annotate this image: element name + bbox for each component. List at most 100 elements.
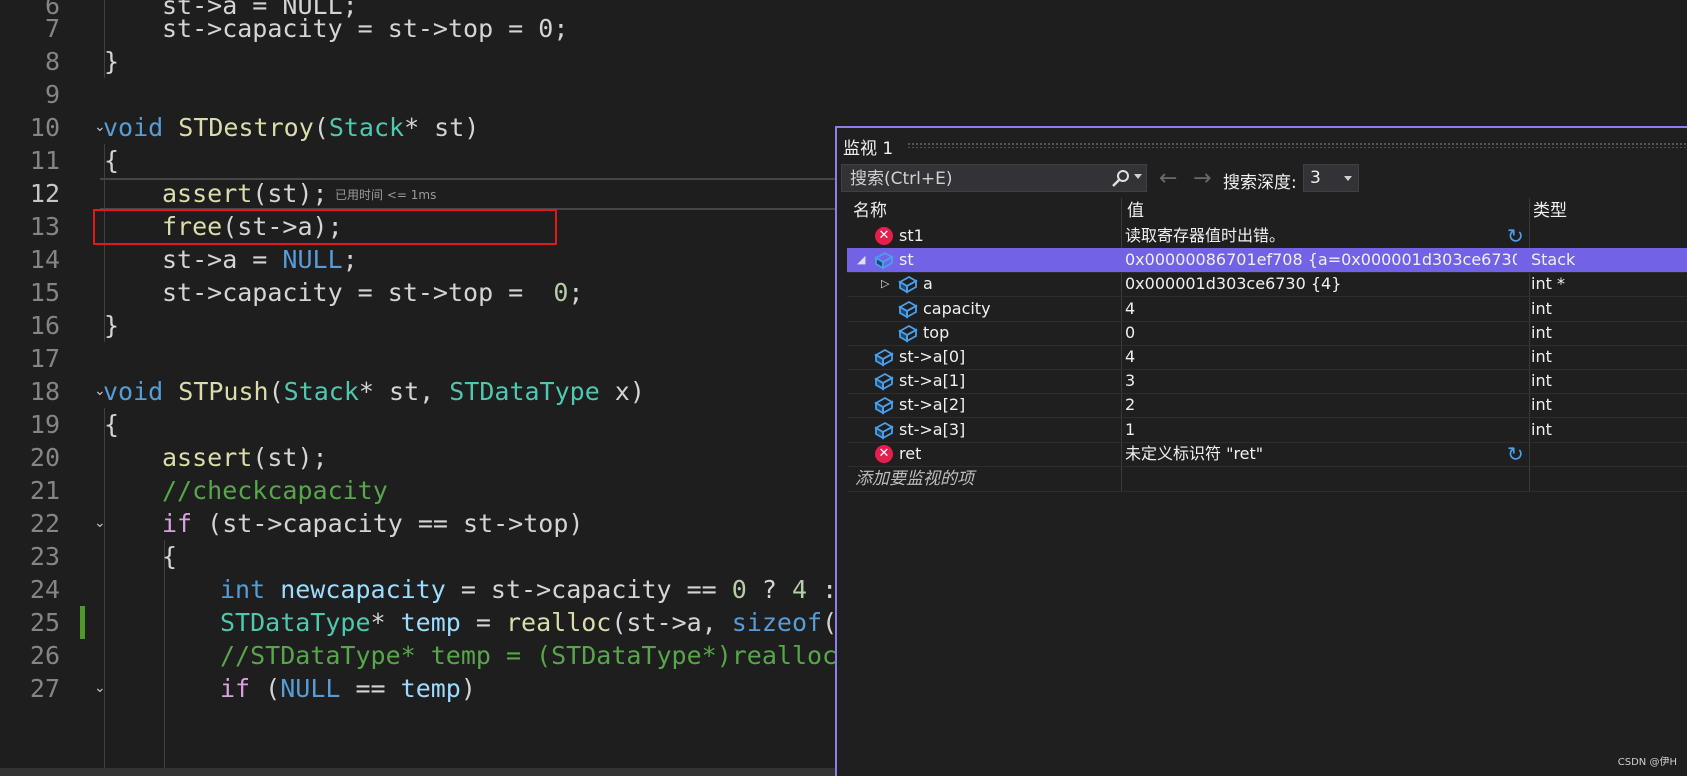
code-line: void STDestroy(Stack* st) bbox=[103, 113, 480, 142]
watch-row[interactable]: top 0 int bbox=[847, 321, 1687, 346]
code-text: (st->capacity == st->top) bbox=[192, 509, 584, 538]
code-keyword: NULL bbox=[280, 674, 341, 703]
line-number: 17 bbox=[29, 344, 60, 373]
add-watch-label[interactable]: 添加要监视的项 bbox=[855, 467, 974, 491]
code-comment: //STDataType* temp = (STDataType*)reallo… bbox=[220, 641, 853, 670]
code-line: st->capacity = st->top = 0; bbox=[162, 14, 569, 43]
chevron-down-icon[interactable] bbox=[1134, 174, 1142, 179]
column-header-value[interactable]: 值 bbox=[1127, 198, 1144, 224]
code-line: } bbox=[104, 47, 120, 76]
watch-search-box[interactable] bbox=[841, 164, 1147, 192]
watch-name-cell[interactable]: st->a[0] bbox=[899, 345, 965, 369]
watch-name-cell[interactable]: st->a[3] bbox=[899, 418, 965, 442]
search-depth-select[interactable]: 3 bbox=[1303, 164, 1359, 192]
variable-icon bbox=[898, 324, 918, 343]
watch-name-cell[interactable]: st->a[1] bbox=[899, 369, 965, 393]
watch-value-cell[interactable]: 4 bbox=[1125, 297, 1517, 321]
drag-grip[interactable] bbox=[907, 142, 1687, 148]
code-text: ? bbox=[746, 575, 792, 604]
watch-type-cell: int bbox=[1531, 395, 1552, 415]
code-keyword: void bbox=[103, 377, 164, 406]
code-line: st->a = NULL; bbox=[162, 243, 358, 276]
watch-row[interactable]: st->a[2] 2 int bbox=[847, 393, 1687, 419]
line-number: 23 bbox=[29, 542, 60, 571]
refresh-icon[interactable]: ↻ bbox=[1507, 443, 1524, 465]
watch-window[interactable]: 监视 1 ← → 搜索深度: 3 名称 值 类型 ✕st1读取寄存器值时出错。↻… bbox=[835, 126, 1687, 776]
column-header-name[interactable]: 名称 bbox=[853, 198, 887, 224]
code-text: x) bbox=[599, 377, 645, 406]
code-text: = bbox=[460, 608, 506, 637]
annotation-red-box bbox=[93, 209, 557, 245]
watch-name-cell[interactable]: st bbox=[899, 248, 914, 272]
variable-icon bbox=[874, 397, 894, 415]
code-comment: //checkcapacity bbox=[162, 476, 388, 505]
watch-name-cell[interactable]: st->a[2] bbox=[899, 393, 965, 417]
watch-name-cell[interactable]: top bbox=[923, 321, 949, 345]
code-type: Stack bbox=[283, 377, 359, 406]
variable-icon bbox=[874, 252, 894, 270]
fold-chevron-icon[interactable]: ⌄ bbox=[94, 672, 106, 705]
watch-value-cell[interactable]: 0x000001d303ce6730 {4} bbox=[1125, 272, 1517, 296]
watch-row[interactable]: ✕ ret 未定义标识符 "ret" ↻ bbox=[847, 442, 1687, 467]
code-number: 0 bbox=[731, 575, 747, 604]
code-keyword: if bbox=[220, 674, 251, 703]
watch-name-cell[interactable]: st1 bbox=[899, 224, 924, 248]
indent-guide bbox=[104, 408, 105, 768]
code-line: int newcapacity = st->capacity == 0 ? 4 … bbox=[220, 573, 837, 606]
watch-row[interactable]: ▷ a 0x000001d303ce6730 {4} int * bbox=[847, 272, 1687, 298]
watch-value-cell[interactable]: 3 bbox=[1125, 369, 1517, 393]
watch-value-cell[interactable]: 4 bbox=[1125, 345, 1517, 369]
code-text: (st); bbox=[252, 443, 328, 472]
line-number: 26 bbox=[29, 641, 60, 670]
watch-type-cell: int bbox=[1531, 298, 1552, 318]
code-keyword: void bbox=[103, 113, 164, 142]
watch-name-cell[interactable]: ret bbox=[899, 442, 921, 466]
horizontal-scrollbar[interactable] bbox=[0, 768, 900, 776]
code-function: STPush bbox=[178, 377, 269, 406]
watch-search-input[interactable] bbox=[848, 168, 1102, 190]
chevron-down-icon bbox=[1344, 176, 1352, 181]
watch-window-title[interactable]: 监视 1 bbox=[843, 134, 893, 159]
forward-arrow-icon[interactable]: → bbox=[1193, 166, 1211, 191]
code-text: (st); bbox=[252, 179, 328, 208]
watch-name-cell[interactable]: capacity bbox=[923, 297, 991, 321]
watch-value-cell[interactable]: 2 bbox=[1125, 393, 1517, 417]
watch-row[interactable]: capacity 4 int bbox=[847, 297, 1687, 322]
watch-value-cell[interactable]: 读取寄存器值时出错。 bbox=[1125, 224, 1517, 248]
error-icon: ✕ bbox=[875, 227, 893, 245]
code-line: { bbox=[104, 146, 120, 175]
code-variable: temp bbox=[400, 608, 461, 637]
watch-type-cell: int bbox=[1531, 419, 1552, 439]
error-icon: ✕ bbox=[875, 444, 893, 463]
watch-row[interactable]: st->a[3] 1 int bbox=[847, 418, 1687, 443]
column-header-type[interactable]: 类型 bbox=[1533, 198, 1567, 224]
watch-value-cell[interactable]: 未定义标识符 "ret" bbox=[1125, 442, 1517, 466]
line-number: 27 bbox=[29, 674, 60, 703]
add-watch-row[interactable]: 添加要监视的项 bbox=[847, 467, 1687, 492]
code-text: = st->capacity == bbox=[445, 575, 732, 604]
back-arrow-icon[interactable]: ← bbox=[1159, 166, 1177, 191]
code-text: == bbox=[340, 674, 401, 703]
refresh-icon[interactable]: ↻ bbox=[1507, 225, 1524, 247]
watch-row[interactable]: st->a[0] 4 int bbox=[847, 345, 1687, 370]
code-text: st->a = bbox=[162, 245, 283, 274]
watch-name-cell[interactable]: a bbox=[923, 272, 933, 296]
variable-icon bbox=[898, 300, 918, 319]
code-text: ( bbox=[250, 674, 281, 703]
watch-type-cell: int bbox=[1531, 347, 1552, 366]
expand-arrow-icon[interactable]: ▷ bbox=[881, 272, 889, 296]
line-number: 19 bbox=[29, 410, 60, 439]
code-text: ) bbox=[460, 674, 476, 703]
watch-row[interactable]: ◢ st 0x00000086701ef708 {a=0x000001d303ce6… bbox=[847, 248, 1687, 274]
watch-row[interactable]: ✕ st1 读取寄存器值时出错。 ↻ bbox=[847, 224, 1687, 249]
watch-value-cell[interactable]: 0 bbox=[1125, 321, 1517, 345]
watch-value-cell[interactable]: 0x00000086701ef708 {a=0x000001d303ce6730… bbox=[1125, 248, 1517, 272]
collapse-arrow-icon[interactable]: ◢ bbox=[857, 248, 865, 272]
watch-row[interactable]: st->a[1] 3 int bbox=[847, 369, 1687, 395]
fold-chevron-icon[interactable]: ⌄ bbox=[94, 507, 106, 540]
watermark: CSDN @伊H bbox=[1617, 757, 1677, 768]
line-number: 10 bbox=[29, 113, 60, 142]
search-icon[interactable] bbox=[1110, 169, 1132, 189]
watch-value-cell[interactable]: 1 bbox=[1125, 418, 1517, 442]
line-number: 13 bbox=[29, 212, 60, 241]
